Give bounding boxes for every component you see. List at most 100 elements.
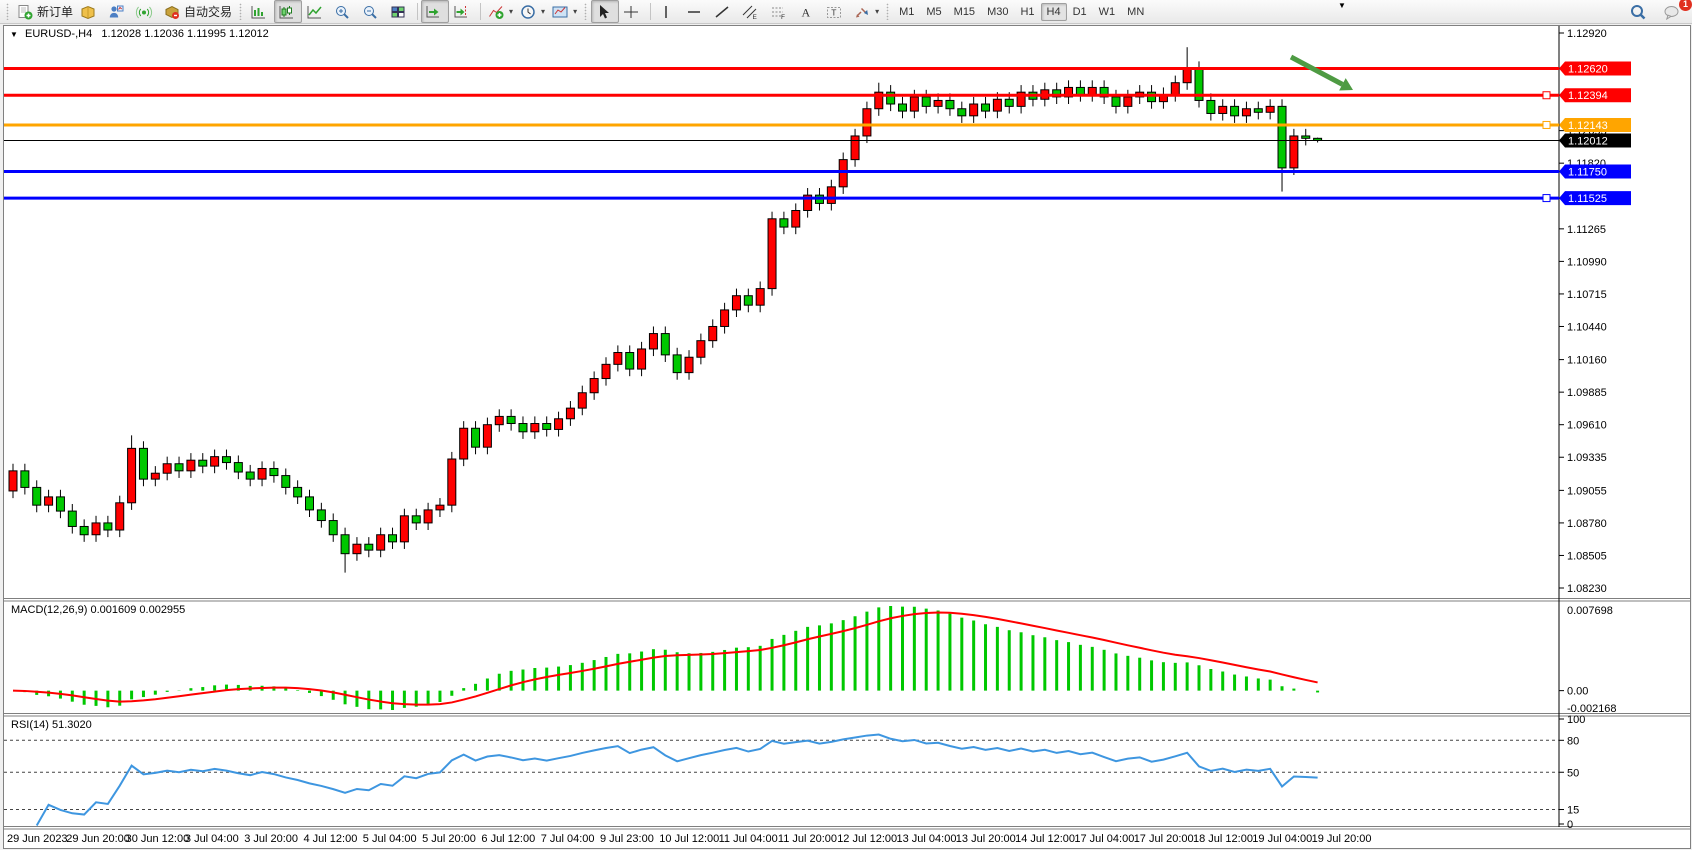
channel-icon: E xyxy=(741,4,759,20)
zoom-in-button[interactable] xyxy=(330,0,358,23)
time-label: 30 Jun 12:00 xyxy=(126,833,190,845)
auto-scroll-button[interactable] xyxy=(421,0,449,23)
chart-shift-button[interactable] xyxy=(449,0,477,23)
time-label: 6 Jul 12:00 xyxy=(481,833,535,845)
tile-windows-button[interactable] xyxy=(386,0,414,23)
trend-arrow-annotation[interactable] xyxy=(1291,57,1342,84)
trend-line-button[interactable] xyxy=(710,0,738,23)
text-button[interactable]: A xyxy=(794,0,822,23)
rsi-axis-label: 50 xyxy=(1567,767,1579,779)
horizontal-line-button[interactable] xyxy=(682,0,710,23)
svg-text:1.12143: 1.12143 xyxy=(1568,120,1608,132)
timeframe-m15-button[interactable]: M15 xyxy=(948,3,981,21)
price-tick-label: 1.08230 xyxy=(1567,583,1607,595)
timeframe-m5-button[interactable]: M5 xyxy=(920,3,947,21)
chart-ohlc-header: ▼ EURUSD-,H4 1.12028 1.12036 1.11995 1.1… xyxy=(10,28,269,40)
rsi-indicator-label: RSI(14) 51.3020 xyxy=(11,719,92,731)
profiles-button[interactable] xyxy=(104,0,132,23)
time-label: 7 Jul 04:00 xyxy=(541,833,595,845)
toolbar: 新订单 自动交易 ▾ ▾ ▾ E F AT ▾ M1M5M15M30H1H4D1W1MN 1 xyxy=(0,0,1692,24)
bar-chart-button[interactable] xyxy=(246,0,274,23)
broadcast-icon xyxy=(135,4,153,20)
price-tick-label: 1.08780 xyxy=(1567,518,1607,530)
zoom-out-button[interactable] xyxy=(358,0,386,23)
timeframe-d1-button[interactable]: D1 xyxy=(1067,3,1093,21)
vertical-line-button[interactable] xyxy=(654,0,682,23)
price-tick-label: 1.10440 xyxy=(1567,321,1607,333)
robot-icon xyxy=(163,4,181,20)
fibonacci-button[interactable]: F xyxy=(766,0,794,23)
crosshair-button[interactable] xyxy=(619,0,647,23)
time-label: 3 Jul 04:00 xyxy=(185,833,239,845)
timeframe-mn-button[interactable]: MN xyxy=(1121,3,1150,21)
timeframe-h4-button[interactable]: H4 xyxy=(1041,3,1067,21)
macd-axis-zero: 0.00 xyxy=(1567,686,1588,698)
svg-text:1.11750: 1.11750 xyxy=(1568,166,1607,178)
chart-collapse-icon[interactable]: ▼ xyxy=(10,30,18,39)
chat-button[interactable]: 1 xyxy=(1660,1,1688,24)
auto-trading-button[interactable]: 自动交易 xyxy=(160,0,235,23)
dropdown-caret-icon[interactable]: ▾ xyxy=(509,7,513,16)
toolbar-overflow-icon[interactable]: ▼ xyxy=(1338,1,1346,10)
time-label: 9 Jul 23:00 xyxy=(600,833,654,845)
line-chart-button[interactable] xyxy=(302,0,330,23)
signals-button[interactable] xyxy=(132,0,160,23)
search-icon xyxy=(1629,4,1647,20)
timeframe-h1-button[interactable]: H1 xyxy=(1014,3,1040,21)
timeframe-m1-button[interactable]: M1 xyxy=(893,3,920,21)
time-label: 19 Jul 20:00 xyxy=(1312,833,1372,845)
price-tick-label: 1.09610 xyxy=(1567,420,1607,432)
macd-indicator-label: MACD(12,26,9) 0.001609 0.002955 xyxy=(11,604,185,616)
tiles-icon xyxy=(389,4,407,20)
hline-handle[interactable] xyxy=(1543,195,1550,202)
zoom-in-icon xyxy=(333,4,351,20)
periods-button[interactable]: ▾ xyxy=(516,0,548,23)
templates-button[interactable]: ▾ xyxy=(548,0,580,23)
toolbar-grip xyxy=(886,3,889,20)
chart-canvas[interactable]: 1.129201.120951.118201.112651.109901.107… xyxy=(4,26,1690,848)
rsi-axis-label: 0 xyxy=(1567,819,1573,831)
price-tick-label: 1.11265 xyxy=(1567,224,1606,236)
indicators-button[interactable]: ▾ xyxy=(484,0,516,23)
toolbar-separator xyxy=(480,3,481,20)
time-label: 10 Jul 12:00 xyxy=(659,833,719,845)
dropdown-caret-icon[interactable]: ▾ xyxy=(573,7,577,16)
price-tick-label: 1.10160 xyxy=(1567,355,1607,367)
dropdown-caret-icon[interactable]: ▾ xyxy=(875,7,879,16)
svg-text:F: F xyxy=(781,14,785,20)
dropdown-caret-icon[interactable]: ▾ xyxy=(541,7,545,16)
svg-text:1.12620: 1.12620 xyxy=(1568,64,1608,76)
svg-text:1.12394: 1.12394 xyxy=(1568,90,1608,102)
new-order-button[interactable]: 新订单 xyxy=(13,0,76,23)
time-label: 13 Jul 04:00 xyxy=(897,833,957,845)
doc-plus-icon xyxy=(16,4,34,20)
hline-handle[interactable] xyxy=(1543,121,1550,128)
favorites-button[interactable] xyxy=(76,0,104,23)
cursor-button[interactable] xyxy=(591,0,619,23)
price-tick-label: 1.09335 xyxy=(1567,452,1607,464)
svg-text:1.12012: 1.12012 xyxy=(1568,135,1608,147)
chart-window: ▼ EURUSD-,H4 1.12028 1.12036 1.11995 1.1… xyxy=(3,25,1691,849)
price-tick-label: 1.10715 xyxy=(1567,289,1607,301)
search-button[interactable] xyxy=(1626,1,1654,24)
hline-handle[interactable] xyxy=(1543,92,1550,99)
time-label: 11 Jul 04:00 xyxy=(719,833,778,845)
time-label: 3 Jul 20:00 xyxy=(244,833,298,845)
indicator-add-icon xyxy=(487,4,505,20)
candle-chart-button[interactable] xyxy=(274,0,302,23)
time-label: 5 Jul 20:00 xyxy=(422,833,476,845)
timeframe-w1-button[interactable]: W1 xyxy=(1093,3,1122,21)
equidistant-channel-button[interactable]: E xyxy=(738,0,766,23)
toolbar-separator xyxy=(650,3,651,20)
fibo-icon: F xyxy=(769,4,787,20)
time-axis[interactable]: 29 Jun 202329 Jun 20:0030 Jun 12:003 Jul… xyxy=(7,833,1372,845)
time-label: 14 Jul 12:00 xyxy=(1015,833,1075,845)
toolbar-grip xyxy=(239,3,242,20)
time-label: 29 Jun 2023 xyxy=(7,833,68,845)
arrows-button[interactable]: ▾ xyxy=(850,0,882,23)
new-order-label: 新订单 xyxy=(37,3,73,20)
timeframe-m30-button[interactable]: M30 xyxy=(981,3,1014,21)
text-label-button[interactable]: T xyxy=(822,0,850,23)
price-tick-label: 1.09885 xyxy=(1567,387,1607,399)
autoscroll-icon xyxy=(424,4,442,20)
